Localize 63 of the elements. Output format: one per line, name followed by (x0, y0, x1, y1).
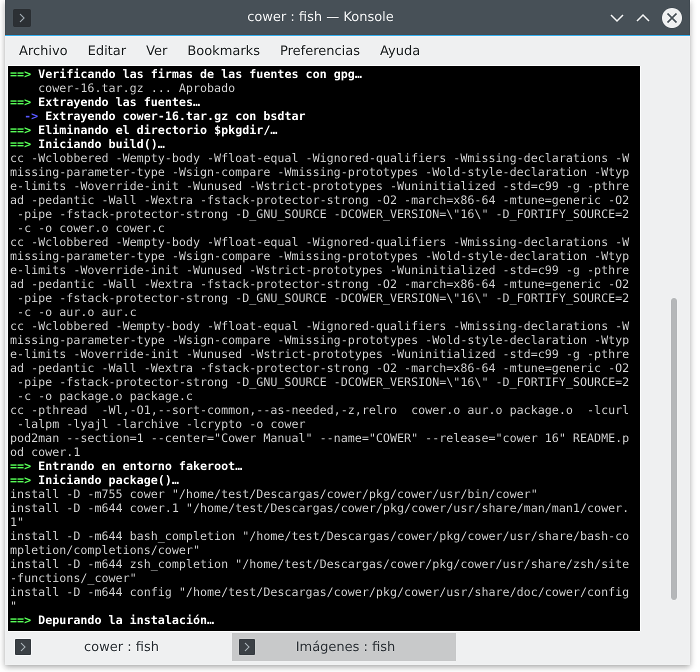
terminal-line: e-limits -Woverride-init -Wunused -Wstrict-prototypes -Wuninitialized -std=c99 -g -pthre (10, 347, 630, 361)
minimize-icon[interactable] (610, 12, 624, 22)
terminal-line: missing-parameter-type -Wsign-compare -Wmissing-prototypes -Wold-style-declaration -Wtyp (10, 333, 630, 347)
scrollbar-thumb[interactable] (671, 298, 677, 600)
terminal-icon (15, 639, 31, 655)
menu-item[interactable]: Archivo (9, 44, 78, 58)
terminal-line: Depurando la instalación… (38, 613, 214, 627)
terminal-line: install -D -m755 cower "/home/test/Descargas/cower/pkg/cower/usr/bin/cower" (10, 487, 538, 501)
terminal-line: Entrando en entorno fakeroot… (38, 459, 242, 473)
terminal-line: -c -o package.o package.c (16, 389, 193, 403)
terminal-line: -pipe -fstack-protector-strong -D_GNU_SOURCE -DCOWER_VERSION=\"16\" -D_FORTIFY_SOURCE=2 (16, 375, 630, 389)
terminal-line: install -D -m644 config "/home/test/Descargas/cower/pkg/cower/usr/share/doc/cower/config (10, 585, 630, 599)
maximize-icon[interactable] (636, 12, 650, 22)
step-arrow: ==> (10, 613, 32, 627)
terminal-line: ad -pedantic -Wall -Wextra -fstack-protector-strong -O2 -march=x86-64 -mtune=generic -O2 (10, 193, 630, 207)
terminal-line: install -D -m644 zsh_completion "/home/test/Descargas/cower/pkg/cower/usr/share/zsh/site (10, 557, 630, 571)
terminal-line: Iniciando package()… (38, 473, 179, 487)
terminal-line: pod2man --section=1 --center="Cower Manual" --name="COWER" --release="cower 16" README.p (10, 431, 630, 445)
terminal-line: Eliminando el directorio $pkgdir/… (38, 123, 278, 137)
terminal-line: " (10, 599, 18, 613)
step-arrow: ==> (10, 67, 32, 81)
menu-item[interactable]: Ayuda (370, 44, 430, 58)
close-icon[interactable] (662, 8, 682, 28)
terminal-line: e-limits -Woverride-init -Wunused -Wstrict-prototypes -Wuninitialized -std=c99 -g -pthre (10, 263, 630, 277)
menu-item[interactable]: Editar (78, 44, 136, 58)
step-arrow: ==> (10, 123, 32, 137)
terminal-line: missing-parameter-type -Wsign-compare -Wmissing-prototypes -Wold-style-declaration -Wtyp (10, 249, 630, 263)
terminal-line: cc -Wclobbered -Wempty-body -Wfloat-equal -Wignored-qualifiers -Wmissing-declarations -W (10, 235, 630, 249)
menu-item[interactable]: Bookmarks (177, 44, 270, 58)
step-arrow: ==> (10, 137, 32, 151)
terminal-line: install -D -m644 cower.1 "/home/test/Descargas/cower/pkg/cower/usr/share/man/man1/cower. (10, 501, 630, 515)
terminal-line: Extrayendo cower-16.tar.gz con bsdtar (45, 109, 306, 123)
terminal-line: -functions/_cower" (10, 571, 137, 585)
terminal-line: e-limits -Woverride-init -Wunused -Wstrict-prototypes -Wuninitialized -std=c99 -g -pthre (10, 179, 630, 193)
terminal-line: cc -Wclobbered -Wempty-body -Wfloat-equal -Wignored-qualifiers -Wmissing-declarations -W (10, 319, 630, 333)
window-title: cower : fish — Konsole (246, 10, 395, 25)
terminal-line: 1" (10, 515, 24, 529)
terminal-line: -pipe -fstack-protector-strong -D_GNU_SOURCE -DCOWER_VERSION=\"16\" -D_FORTIFY_SOURCE=2 (16, 207, 630, 221)
terminal-line: -lalpm -lyajl -larchive -lcrypto -o cower (16, 417, 306, 431)
terminal-line: -c -o cower.o cower.c (16, 221, 165, 235)
terminal-line: od cower.1 (10, 445, 80, 459)
step-arrow: ==> (10, 473, 32, 487)
terminal-line: Extrayendo las fuentes… (38, 95, 200, 109)
terminal-line: ad -pedantic -Wall -Wextra -fstack-protector-strong -O2 -march=x86-64 -mtune=generic -O2 (10, 361, 630, 375)
terminal-line: mpletion/completions/cower" (10, 543, 200, 557)
terminal-line: cc -pthread -Wl,-O1,--sort-common,--as-needed,-z,relro cower.o aur.o package.o -lcurl (10, 403, 630, 417)
menu-item[interactable]: Ver (136, 44, 178, 58)
substep-arrow: -> (23, 109, 38, 123)
terminal-line: Verificando las firmas de las fuentes con gpg… (38, 67, 362, 81)
terminal-line: -pipe -fstack-protector-strong -D_GNU_SOURCE -DCOWER_VERSION=\"16\" -D_FORTIFY_SOURCE=2 (16, 291, 630, 305)
menu-item[interactable]: Preferencias (270, 44, 370, 58)
terminal-line: ad -pedantic -Wall -Wextra -fstack-protector-strong -O2 -march=x86-64 -mtune=generic -O2 (10, 277, 630, 291)
terminal-line: -c -o aur.o aur.c (16, 305, 137, 319)
terminal-icon (13, 8, 31, 26)
step-arrow: ==> (10, 459, 32, 473)
terminal-line: Iniciando build()… (38, 137, 165, 151)
terminal-line: missing-parameter-type -Wsign-compare -Wmissing-prototypes -Wold-style-declaration -Wtyp (10, 165, 630, 179)
terminal-line: cower-16.tar.gz ... Aprobado (37, 81, 236, 95)
step-arrow: ==> (10, 95, 32, 109)
terminal-line: install -D -m644 bash_completion "/home/test/Descargas/cower/pkg/cower/usr/share/bash-co (10, 529, 630, 543)
tab[interactable]: Imágenes : fish (232, 633, 456, 661)
terminal-icon (239, 639, 255, 655)
terminal-line: cc -Wclobbered -Wempty-body -Wfloat-equal -Wignored-qualifiers -Wmissing-declarations -W (10, 151, 630, 165)
